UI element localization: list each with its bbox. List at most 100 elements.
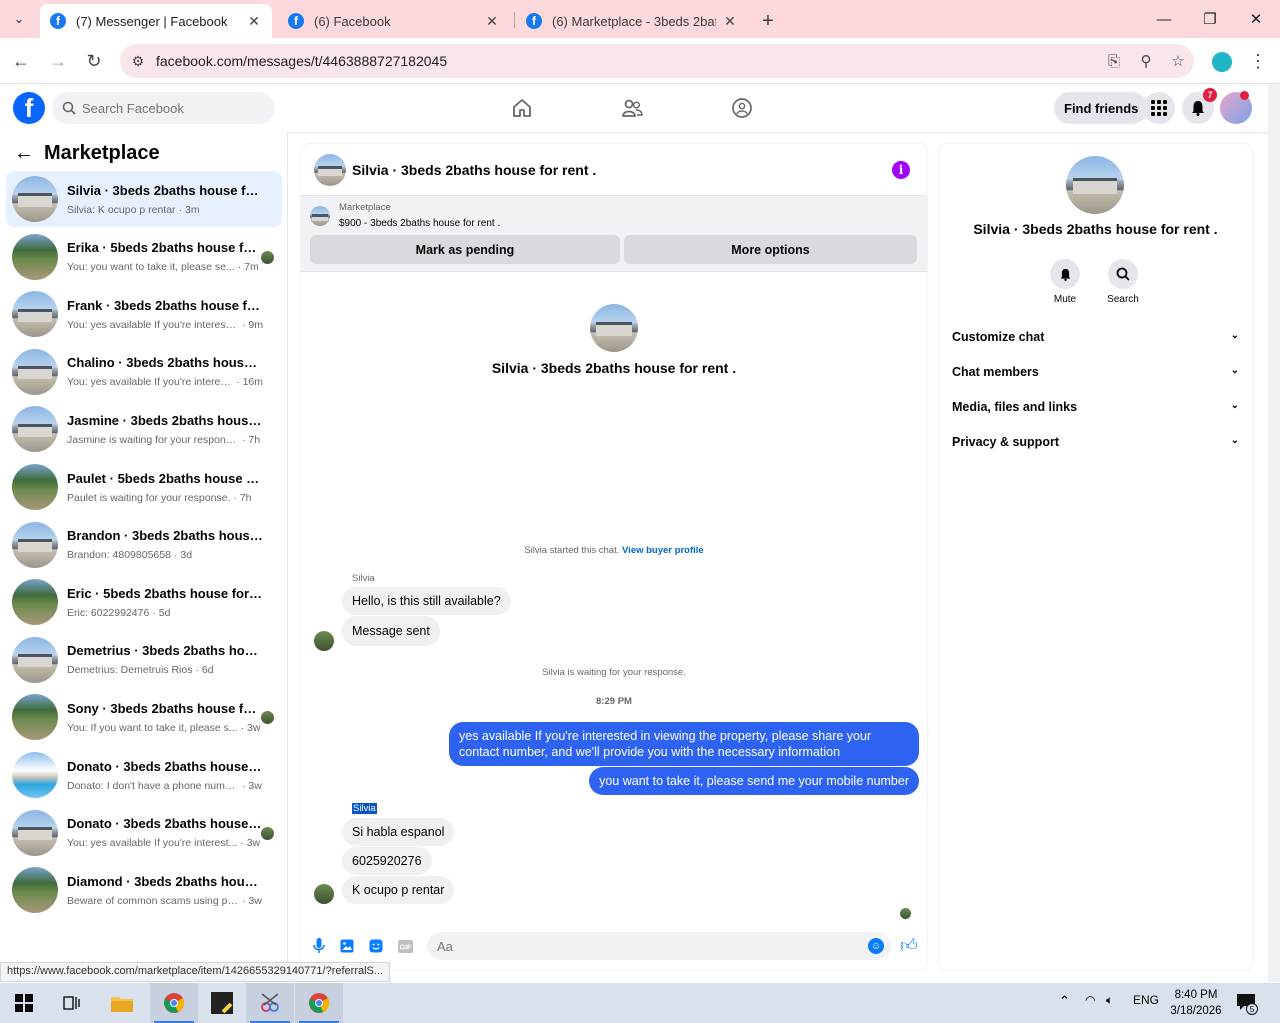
action-center-icon[interactable]: 5 xyxy=(1236,993,1258,1015)
photo-icon[interactable] xyxy=(339,938,355,954)
incoming-message[interactable]: K ocupo p rentar xyxy=(342,876,455,904)
outgoing-message[interactable]: you want to take it, please send me your… xyxy=(589,767,919,795)
sender-avatar[interactable] xyxy=(314,884,334,904)
thumbs-up-icon[interactable]: 👍︎ xyxy=(900,936,918,955)
install-app-icon[interactable]: ⎘ xyxy=(1098,53,1130,70)
file-explorer-icon[interactable] xyxy=(98,983,146,1023)
conversation-avatar xyxy=(12,176,58,222)
network-icon[interactable]: ◠ xyxy=(1085,993,1095,1007)
task-view-icon[interactable] xyxy=(48,983,96,1023)
search-box[interactable] xyxy=(52,92,275,124)
intro-avatar[interactable] xyxy=(590,304,638,352)
bookmark-star-icon[interactable]: ☆ xyxy=(1162,52,1194,70)
profile-name[interactable]: Silvia · 3beds 2baths house for rent . xyxy=(939,221,1252,237)
clock[interactable]: 8:40 PM 3/18/2026 xyxy=(1166,987,1226,1019)
conversation-item[interactable]: Frank · 3beds 2baths house for ren... You… xyxy=(6,286,282,342)
microphone-icon[interactable] xyxy=(311,938,327,954)
chat-title[interactable]: Silvia · 3beds 2baths house for rent . xyxy=(352,162,596,178)
conversation-name: Diamond · 3beds 2baths house for... xyxy=(67,873,263,889)
search-conversation-button[interactable]: Search xyxy=(1093,259,1153,305)
chrome-profile-icon[interactable] xyxy=(150,983,198,1023)
close-tab-icon[interactable]: ✕ xyxy=(722,13,738,30)
chat-avatar[interactable] xyxy=(314,153,346,186)
emoji-icon[interactable]: ☺ xyxy=(868,938,884,954)
tab-messenger[interactable]: f (7) Messenger | Facebook ✕ xyxy=(40,4,272,38)
url-text[interactable]: facebook.com/messages/t/4463888727182045 xyxy=(156,53,1098,69)
tab-search-chevron-icon[interactable]: ⌄ xyxy=(6,8,32,30)
conversation-name: Eric · 5beds 2baths house for rent. xyxy=(67,585,263,601)
snipping-tool-icon[interactable] xyxy=(246,983,294,1023)
reload-icon[interactable]: ↻ xyxy=(81,48,107,74)
chrome-icon[interactable] xyxy=(295,983,343,1023)
find-friends-button[interactable]: Find friends xyxy=(1054,92,1149,124)
conversation-item[interactable]: Diamond · 3beds 2baths house for... Bewar… xyxy=(6,862,282,918)
minimize-icon[interactable]: — xyxy=(1144,6,1184,32)
conversation-item[interactable]: Demetrius · 3beds 2baths house fo... Deme… xyxy=(6,632,282,688)
listing-thumbnail[interactable] xyxy=(310,206,330,226)
back-icon[interactable]: ← xyxy=(8,48,34,74)
incoming-message[interactable]: Si habla espanol xyxy=(342,818,455,846)
close-window-icon[interactable]: ✕ xyxy=(1236,6,1276,32)
home-icon[interactable] xyxy=(508,94,536,122)
incoming-message[interactable]: 6025920276 xyxy=(342,847,432,875)
groups-icon[interactable] xyxy=(728,94,756,122)
conversation-item[interactable]: Chalino · 3beds 2baths house for r... You… xyxy=(6,344,282,400)
conversation-text: Paulet · 5beds 2baths house for re... Pau… xyxy=(67,471,263,504)
mute-button[interactable]: Mute xyxy=(1035,259,1095,305)
conversation-item[interactable]: Eric · 5beds 2baths house for rent. Eric:… xyxy=(6,574,282,630)
language-indicator[interactable]: ENG xyxy=(1133,993,1159,1007)
account-dot-icon xyxy=(1240,91,1249,100)
section-media-files-links[interactable]: Media, files and links ⌄ xyxy=(952,400,1239,414)
listing-price[interactable]: $900 - 3beds 2baths house for rent . xyxy=(339,218,500,229)
browser-menu-icon[interactable]: ⋮ xyxy=(1245,48,1271,74)
menu-grid-icon[interactable] xyxy=(1143,92,1175,124)
site-info-icon[interactable]: ⚙ xyxy=(120,53,156,70)
zoom-icon[interactable]: ⚲ xyxy=(1130,52,1162,70)
page-scrollbar[interactable] xyxy=(1268,84,1280,982)
more-options-button[interactable]: More options xyxy=(624,235,917,264)
section-privacy-support[interactable]: Privacy & support ⌄ xyxy=(952,435,1239,449)
mark-as-pending-button[interactable]: Mark as pending xyxy=(310,235,620,264)
show-hidden-icons-chevron-icon[interactable]: ⌃ xyxy=(1059,993,1070,1009)
close-tab-icon[interactable]: ✕ xyxy=(246,13,262,30)
conversation-item[interactable]: Jasmine · 3beds 2baths house for r... Jas… xyxy=(6,401,282,457)
profile-avatar-icon[interactable] xyxy=(1212,52,1232,72)
close-tab-icon[interactable]: ✕ xyxy=(484,13,500,30)
forward-icon[interactable]: → xyxy=(45,48,71,74)
section-chat-members[interactable]: Chat members ⌄ xyxy=(952,365,1239,379)
section-customize-chat[interactable]: Customize chat ⌄ xyxy=(952,330,1239,344)
omnibox[interactable]: ⚙ facebook.com/messages/t/44638887271820… xyxy=(120,44,1194,78)
facebook-logo-icon[interactable]: f xyxy=(13,92,45,124)
tab-marketplace[interactable]: f (6) Marketplace - 3beds 2baths ✕ xyxy=(516,4,748,38)
conversation-preview: Beware of common scams using pay... · 3w xyxy=(67,895,263,907)
search-input[interactable] xyxy=(82,100,262,116)
message-input[interactable] xyxy=(437,938,868,954)
conversation-item[interactable]: Donato · 3beds 2baths house fo... You: ye… xyxy=(6,805,282,861)
volume-icon[interactable]: 🔈︎ xyxy=(1106,993,1113,1008)
restore-icon[interactable]: ❐ xyxy=(1190,6,1230,32)
conversation-item[interactable]: Erika · 5beds 2baths house for r... You: … xyxy=(6,229,282,285)
conversation-item[interactable]: Paulet · 5beds 2baths house for re... Pau… xyxy=(6,459,282,515)
friends-icon[interactable] xyxy=(618,94,646,122)
view-buyer-profile-link[interactable]: View buyer profile xyxy=(622,545,704,556)
profile-avatar[interactable] xyxy=(1066,156,1124,214)
start-windows-icon[interactable] xyxy=(0,983,48,1023)
sticky-notes-icon[interactable] xyxy=(198,983,246,1023)
info-icon[interactable]: i xyxy=(892,161,910,179)
sticker-icon[interactable] xyxy=(368,938,384,954)
conversation-item[interactable]: Sony · 3beds 2baths house for r... You: I… xyxy=(6,689,282,745)
new-tab-icon[interactable]: + xyxy=(754,4,782,38)
outgoing-message[interactable]: yes available If you're interested in vi… xyxy=(449,722,919,766)
browser-tab-bar: ⌄ f (7) Messenger | Facebook ✕ f (6) Fac… xyxy=(0,0,1280,38)
chat-info-panel: Silvia · 3beds 2baths house for rent . M… xyxy=(939,144,1252,970)
conversation-item[interactable]: Silvia · 3beds 2baths house for rent . Si… xyxy=(6,171,282,227)
incoming-message[interactable]: Message sent xyxy=(342,616,440,646)
back-arrow-icon[interactable]: ← xyxy=(14,142,34,165)
message-box[interactable]: ☺ xyxy=(427,932,891,960)
conversation-item[interactable]: Donato · 3beds 2baths house for r... Dona… xyxy=(6,747,282,803)
gif-icon[interactable]: GIF xyxy=(397,938,413,954)
sender-avatar[interactable] xyxy=(314,631,334,651)
tab-facebook[interactable]: f (6) Facebook ✕ xyxy=(278,4,510,38)
incoming-message[interactable]: Hello, is this still available? xyxy=(342,587,511,615)
conversation-item[interactable]: Brandon · 3beds 2baths house for ... Bran… xyxy=(6,517,282,573)
